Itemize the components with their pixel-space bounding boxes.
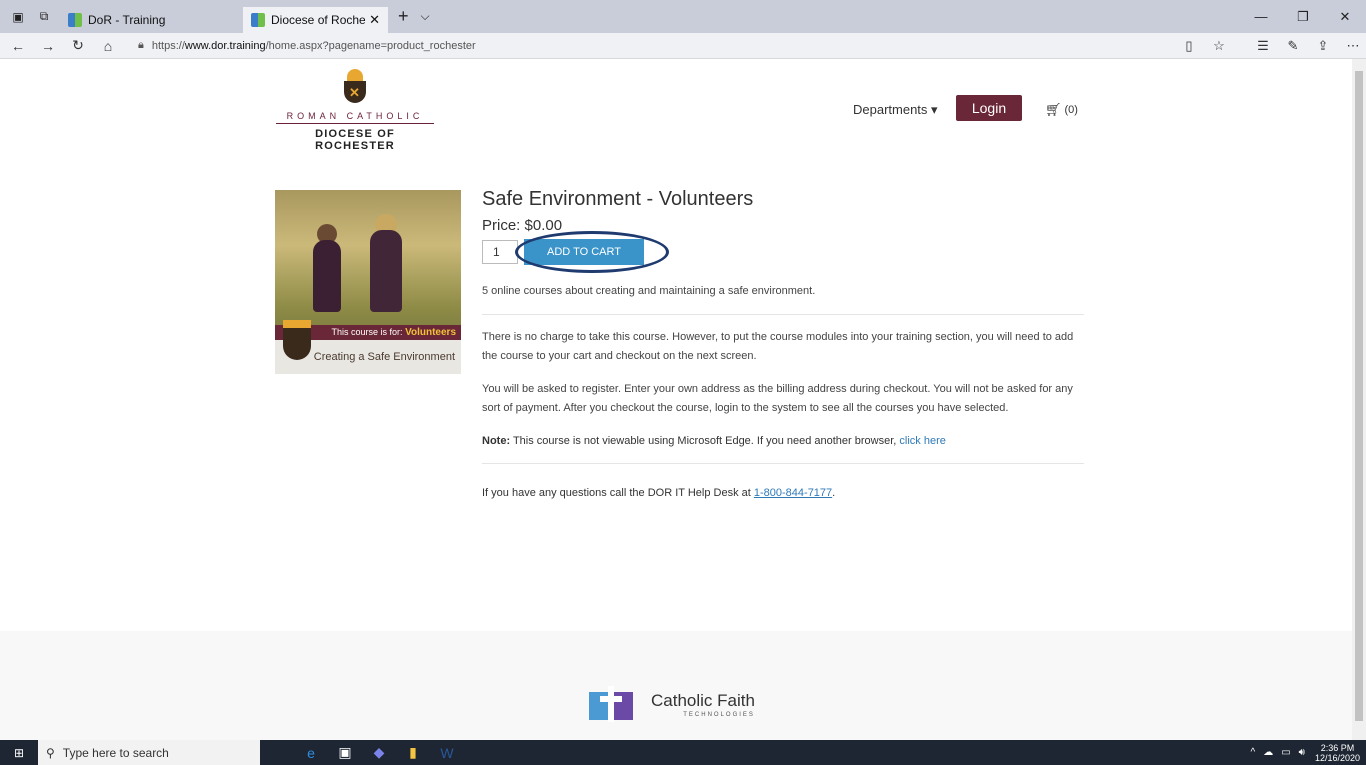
- pinned-apps: e ▣ ◆ ▮ W: [294, 740, 464, 765]
- cart-link[interactable]: 🛒︎ (0): [1045, 102, 1078, 118]
- new-tab-button[interactable]: +: [398, 6, 409, 27]
- taskbar-search[interactable]: ⚲ Type here to search: [38, 740, 260, 765]
- scrollbar-thumb[interactable]: [1355, 71, 1363, 721]
- description-paragraph-2: You will be asked to register. Enter you…: [482, 383, 1073, 414]
- window-controls: — ❐ ✕: [1240, 0, 1366, 33]
- forward-button[interactable]: →: [36, 38, 60, 54]
- help-desk-line: If you have any questions call the DOR I…: [482, 487, 1084, 499]
- favorites-list-icon[interactable]: ☰: [1250, 38, 1276, 54]
- edge-note: Note: This course is not viewable using …: [482, 435, 1084, 447]
- brand-sub: TECHNOLOGIES: [683, 711, 755, 718]
- file-explorer-icon[interactable]: ▮: [396, 740, 430, 765]
- web-page: ✕ ROMAN CATHOLIC DIOCESE OF ROCHESTER De…: [0, 59, 1352, 740]
- clock[interactable]: 2:36 PM 12/16/2020: [1315, 743, 1360, 763]
- url-prefix: https://: [151, 39, 185, 52]
- help-phone-link[interactable]: 1-800-844-7177: [754, 487, 832, 499]
- cross-logo-icon: [589, 682, 633, 726]
- help-text: If you have any questions call the DOR I…: [482, 487, 754, 499]
- logo-bottom-text: DIOCESE OF ROCHESTER: [315, 128, 395, 152]
- note-text: This course is not viewable using Micros…: [510, 435, 900, 447]
- browser-toolbar-right: ▯ ☆ ☰ ✎ ⇪ ⋯: [1172, 33, 1366, 59]
- address-bar[interactable]: 🔒︎ https://www.dor.training/home.aspx?pa…: [138, 39, 476, 52]
- browser-nav-bar: ← → ↻ ⌂ 🔒︎ https://www.dor.training/home…: [0, 33, 1366, 59]
- crest-icon: [283, 320, 311, 360]
- crest-icon: ✕: [342, 69, 368, 105]
- product-summary: 5 online courses about creating and main…: [482, 285, 816, 297]
- browser-tab-bar: ▣ ⧉ DoR - Training Diocese of Rochester …: [0, 0, 1366, 33]
- logo-top-text: ROMAN CATHOLIC: [276, 111, 434, 124]
- cart-count: (0): [1064, 104, 1078, 116]
- tab-actions-icon[interactable]: ▣: [10, 9, 26, 25]
- volume-icon[interactable]: 🔊︎: [1299, 747, 1305, 758]
- network-icon[interactable]: ▭: [1281, 747, 1290, 758]
- close-window-button[interactable]: ✕: [1324, 0, 1366, 33]
- page-footer: Catholic Faith TECHNOLOGIES: [0, 631, 1352, 740]
- pen-icon[interactable]: ✎: [1280, 38, 1306, 54]
- tab-set-aside-icon[interactable]: ⧉: [36, 9, 52, 25]
- clock-time: 2:36 PM: [1320, 742, 1355, 753]
- site-favicon-icon: [68, 12, 82, 27]
- divider: [482, 463, 1084, 464]
- refresh-button[interactable]: ↻: [66, 37, 90, 54]
- search-placeholder: Type here to search: [62, 745, 169, 760]
- image-band-audience: Volunteers: [405, 327, 456, 338]
- word-icon[interactable]: W: [430, 740, 464, 765]
- url-domain: www.dor.training: [184, 39, 266, 52]
- lock-icon: 🔒︎: [138, 39, 144, 51]
- tab-label: DoR - Training: [88, 12, 166, 27]
- favorite-star-icon[interactable]: ☆: [1206, 38, 1232, 54]
- caret-down-icon: ▾: [927, 102, 938, 117]
- help-end: .: [832, 487, 836, 499]
- home-button[interactable]: ⌂: [96, 38, 120, 54]
- share-icon[interactable]: ⇪: [1310, 38, 1336, 54]
- quantity-input[interactable]: 1: [482, 240, 518, 264]
- product-title: Safe Environment - Volunteers: [482, 188, 754, 210]
- departments-label: Departments: [853, 102, 928, 117]
- tab-label: Diocese of Rochester - I: [271, 12, 366, 27]
- windows-taskbar: ⊞ ⚲ Type here to search e ▣ ◆ ▮ W ^ ☁ ▭ …: [0, 740, 1366, 765]
- highlight-annotation-ring: [515, 231, 669, 273]
- description-paragraph-1: There is no charge to take this course. …: [482, 331, 1074, 362]
- tab-dor-training[interactable]: DoR - Training: [60, 7, 206, 33]
- note-label: Note:: [482, 435, 511, 447]
- chevron-up-icon[interactable]: ^: [1250, 747, 1255, 758]
- login-button[interactable]: Login: [956, 95, 1022, 121]
- chevron-down-icon[interactable]: ⌵: [421, 9, 430, 24]
- url-path: /home.aspx?pagename=product_rochester: [265, 39, 476, 52]
- restore-button[interactable]: ❐: [1282, 0, 1324, 33]
- departments-dropdown[interactable]: Departments ▾: [853, 102, 938, 118]
- tab-diocese-rochester[interactable]: Diocese of Rochester - I ✕: [243, 6, 388, 33]
- teams-icon[interactable]: ◆: [362, 740, 396, 765]
- product-details: Safe Environment - Volunteers Price: $0.…: [482, 188, 1084, 499]
- edge-icon[interactable]: e: [294, 740, 328, 765]
- diocese-logo[interactable]: ✕ ROMAN CATHOLIC DIOCESE OF ROCHESTER: [276, 69, 434, 152]
- system-tray: ^ ☁ ▭ 🔊︎ 2:36 PM 12/16/2020: [1242, 740, 1360, 765]
- site-favicon-icon: [251, 12, 265, 27]
- reading-view-icon[interactable]: ▯: [1176, 38, 1202, 54]
- product-image: This course is for: Volunteers Creating …: [275, 190, 461, 374]
- start-button[interactable]: ⊞: [0, 740, 38, 765]
- cart-icon: 🛒︎: [1045, 102, 1062, 117]
- image-band-prefix: This course is for:: [331, 327, 403, 337]
- browser-help-link[interactable]: click here: [899, 435, 945, 447]
- search-icon: ⚲: [46, 745, 55, 760]
- store-icon[interactable]: ▣: [328, 740, 362, 765]
- close-icon[interactable]: ✕: [369, 12, 380, 28]
- back-button[interactable]: ←: [6, 38, 30, 54]
- brand-name: Catholic Faith: [651, 690, 755, 710]
- more-icon[interactable]: ⋯: [1340, 38, 1366, 54]
- onedrive-icon[interactable]: ☁: [1263, 747, 1273, 758]
- page-scrollbar[interactable]: [1352, 59, 1366, 740]
- catholic-faith-logo[interactable]: Catholic Faith TECHNOLOGIES: [589, 682, 755, 726]
- divider: [482, 314, 1084, 315]
- minimize-button[interactable]: —: [1240, 0, 1282, 33]
- clock-date: 12/16/2020: [1314, 752, 1360, 763]
